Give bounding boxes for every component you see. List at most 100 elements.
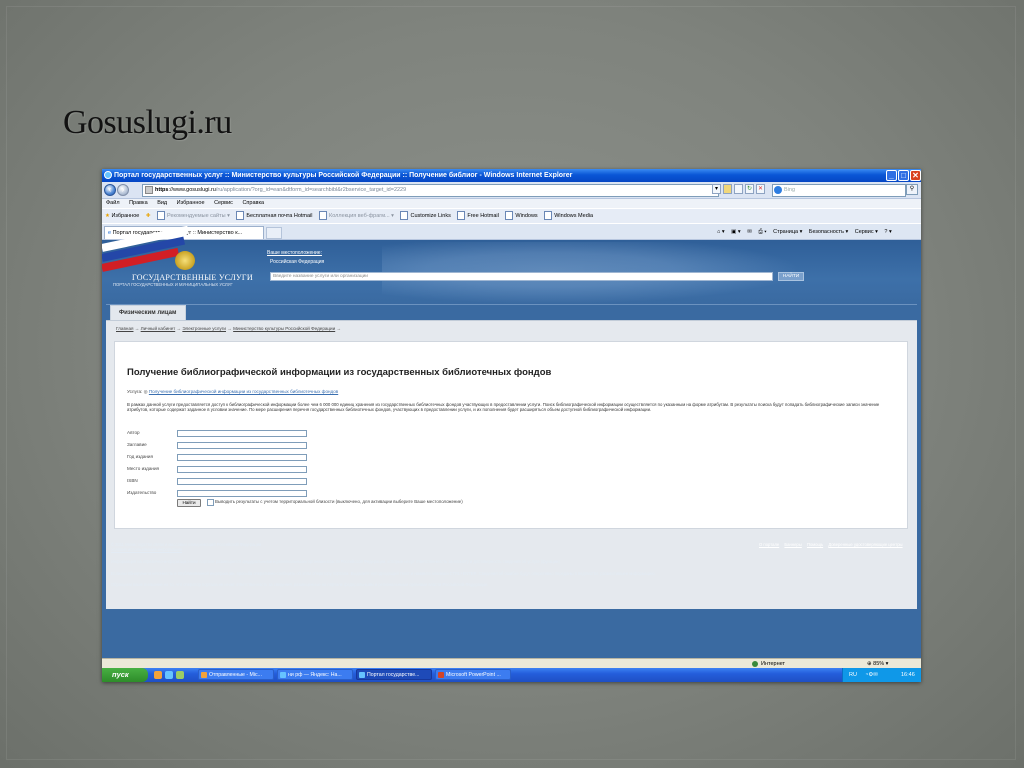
footer-link-help[interactable]: Помощь <box>807 542 823 547</box>
fav-item[interactable]: Коллекция веб-фрагм... ▾ <box>319 211 394 221</box>
menu-file[interactable]: Файл <box>106 200 120 206</box>
back-button[interactable]: ‹ <box>104 184 116 196</box>
breadcrumb-services[interactable]: Электронные услуги <box>182 326 226 331</box>
footer-link-about[interactable]: О портале <box>759 542 779 547</box>
fav-item[interactable]: Windows Media <box>544 211 593 221</box>
search-input[interactable]: Bing <box>772 184 906 197</box>
url-field[interactable]: https://www.gosuslugi.ru/ru/application/… <box>142 184 719 197</box>
web-page: ГОСУДАРСТВЕННЫЕ УСЛУГИ ПОРТАЛ ГОСУДАРСТВ… <box>102 225 921 658</box>
dropdown-icon[interactable]: ▾ <box>712 184 721 194</box>
slide-title: Gosuslugi.ru <box>63 104 232 141</box>
author-input[interactable] <box>177 430 307 437</box>
cmd-tools[interactable]: Сервис ▾ <box>855 229 878 235</box>
mail-icon[interactable]: ✉ <box>747 229 752 235</box>
divider <box>106 304 917 305</box>
field-label: Издательство <box>127 490 157 495</box>
coat-of-arms-icon[interactable] <box>175 251 195 270</box>
language-indicator[interactable]: RU <box>849 668 857 682</box>
place-input[interactable] <box>177 466 307 473</box>
menu-bar: Файл Правка Вид Избранное Сервис Справка <box>102 199 921 208</box>
maximize-button[interactable]: □ <box>898 170 909 181</box>
page-icon <box>145 185 153 194</box>
fav-item[interactable]: Windows <box>505 211 538 221</box>
proximity-checkbox-label: Выводить результаты с учетом территориал… <box>215 499 463 504</box>
minimize-button[interactable]: _ <box>886 170 897 181</box>
favorites-bar: ★ Избранное ✚ Рекомендуемые сайты ▾ Бесп… <box>102 209 921 223</box>
page-title: Получение библиографической информации и… <box>127 367 552 378</box>
field-label: Место издания <box>127 466 160 471</box>
tray-icons[interactable]: ◔⚙✉ <box>865 668 878 682</box>
breadcrumb: Главная → Личный кабинет → Электронные у… <box>116 326 342 331</box>
title-input[interactable] <box>177 442 307 449</box>
service-search-input[interactable]: Введите название услуги или организации <box>270 272 773 281</box>
taskbar-item[interactable]: Портал государстве... <box>356 669 432 680</box>
feeds-icon[interactable]: ▣ ▾ <box>731 229 741 235</box>
stop-icon[interactable]: ✕ <box>756 184 765 194</box>
favorites-button[interactable]: Избранное <box>111 213 139 219</box>
cmd-security[interactable]: Безопасность ▾ <box>809 229 848 235</box>
start-button[interactable]: пуск <box>102 668 148 682</box>
cmd-page[interactable]: Страница ▾ <box>773 229 802 235</box>
field-place: Место издания <box>127 466 307 474</box>
menu-favorites[interactable]: Избранное <box>177 200 205 206</box>
window-titlebar: Портал государственных услуг :: Министер… <box>102 169 921 182</box>
menu-help[interactable]: Справка <box>242 200 264 206</box>
search-icon[interactable]: ⚲ <box>906 184 918 195</box>
service-search-button[interactable]: НАЙТИ <box>778 272 804 281</box>
fav-item[interactable]: Customize Links <box>400 211 451 221</box>
star-icon: ★ <box>105 213 110 219</box>
browser-screenshot: Портал государственных услуг :: Министер… <box>102 169 921 682</box>
forward-button[interactable]: › <box>117 184 129 196</box>
show-desktop-icon[interactable] <box>176 671 184 679</box>
tab-physical-persons[interactable]: Физическим лицам <box>110 305 186 321</box>
service-line: Услуга: ◎ Получение библиографической ин… <box>127 389 339 394</box>
fav-item[interactable]: Free Hotmail <box>457 211 499 221</box>
publisher-input[interactable] <box>177 490 307 497</box>
ie-icon[interactable] <box>165 671 173 679</box>
field-label: ISBN <box>127 478 138 483</box>
print-icon[interactable]: ⎙ ▾ <box>758 229 766 235</box>
ie-icon <box>104 171 112 179</box>
service-label: Услуга: <box>127 389 143 394</box>
field-title: Заглавие <box>127 442 307 450</box>
footer-link-ca[interactable]: Доверенные удостоверяющие центры <box>828 542 902 547</box>
footer-link-banners[interactable]: Баннеры <box>784 542 801 547</box>
field-year: Год издания <box>127 454 307 462</box>
year-input[interactable] <box>177 454 307 461</box>
help-icon[interactable]: ? ▾ <box>884 229 891 235</box>
service-description: В рамках данной услуги предоставляется д… <box>127 402 880 413</box>
compat-view-icon[interactable] <box>734 184 743 194</box>
refresh-icon[interactable]: ↻ <box>745 184 754 194</box>
search-placeholder: Bing <box>784 187 796 193</box>
isbn-input[interactable] <box>177 478 307 485</box>
footer-info: Информация на справочно-информационном п… <box>111 559 561 564</box>
menu-edit[interactable]: Правка <box>129 200 148 206</box>
home-icon[interactable]: ⌂ ▾ <box>717 229 725 235</box>
fav-item[interactable]: Рекомендуемые сайты ▾ <box>157 211 230 221</box>
breadcrumb-home[interactable]: Главная <box>116 326 133 331</box>
new-tab-button[interactable] <box>266 227 282 239</box>
breadcrumb-cabinet[interactable]: Личный кабинет <box>141 326 176 331</box>
fav-item[interactable]: Бесплатная почта Hotmail <box>236 211 313 221</box>
taskbar-item[interactable]: Microsoft PowerPoint ... <box>435 669 511 680</box>
taskbar-item[interactable]: Отправленные - Mic... <box>198 669 274 680</box>
site-name[interactable]: ГОСУДАРСТВЕННЫЕ УСЛУГИ <box>132 273 253 282</box>
location-label[interactable]: Ваше местоположение: <box>267 250 322 256</box>
outlook-icon[interactable] <box>154 671 162 679</box>
command-bar: ⌂ ▾ ▣ ▾ ✉ ⎙ ▾ Страница ▾ Безопасность ▾ … <box>717 227 897 237</box>
location-value: Российская Федерация <box>270 259 325 265</box>
taskbar-item[interactable]: ни рф — Яндекс: На... <box>277 669 353 680</box>
url-path: /ru/application/?org_id=ean&dtform_id=se… <box>215 187 407 193</box>
menu-tools[interactable]: Сервис <box>214 200 233 206</box>
footer-links: О портале Баннеры Помощь Доверенные удос… <box>759 542 907 547</box>
breadcrumb-ministry[interactable]: Министерство культуры Российской Федерац… <box>233 326 335 331</box>
lock-icon[interactable] <box>723 184 732 194</box>
menu-view[interactable]: Вид <box>157 200 167 206</box>
footer-terms-link[interactable]: Условия использования информации <box>111 547 182 553</box>
service-link[interactable]: Получение библиографической информации и… <box>149 389 338 394</box>
find-button[interactable]: Найти <box>177 499 201 507</box>
address-bar: ‹ › https://www.gosuslugi.ru/ru/applicat… <box>102 182 921 199</box>
add-favorite-icon[interactable]: ✚ <box>146 213 151 219</box>
close-button[interactable]: ✕ <box>910 170 921 181</box>
proximity-checkbox[interactable] <box>207 499 214 506</box>
